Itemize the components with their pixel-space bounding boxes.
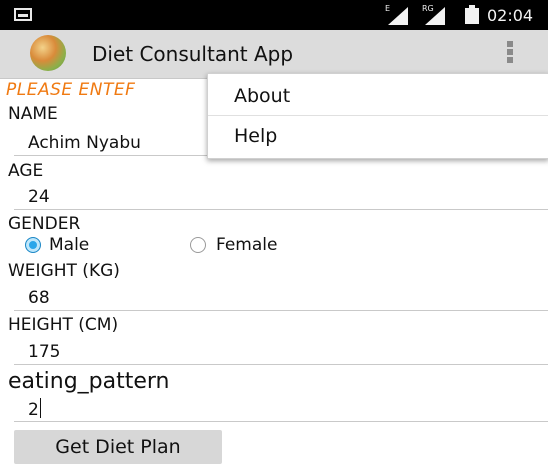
menu-divider <box>208 115 548 116</box>
age-field-underline <box>14 209 548 210</box>
action-bar: Diet Consultant App <box>0 30 548 79</box>
menu-item-about[interactable]: About <box>234 85 290 107</box>
height-label: HEIGHT (CM) <box>8 315 119 335</box>
female-radio[interactable] <box>190 237 206 253</box>
clock: 02:04 <box>487 6 534 25</box>
battery-icon <box>465 5 479 24</box>
female-option-label[interactable]: Female <box>216 235 277 255</box>
overflow-menu-button[interactable] <box>500 40 520 68</box>
app-title: Diet Consultant App <box>92 42 294 66</box>
age-field[interactable]: 24 <box>28 187 50 207</box>
overflow-dot-icon <box>507 49 513 55</box>
gender-label: GENDER <box>8 214 81 234</box>
name-label: NAME <box>8 104 58 124</box>
weight-field-underline <box>14 310 548 311</box>
signal-icon <box>388 7 408 25</box>
overflow-dot-icon <box>507 57 513 63</box>
name-field[interactable]: Achim Nyabu <box>28 133 141 153</box>
male-option-label[interactable]: Male <box>49 235 89 255</box>
eating-pattern-field[interactable]: 2 <box>28 398 42 420</box>
status-bar: E RG 02:04 <box>0 0 548 30</box>
eating-pattern-underline <box>14 421 548 422</box>
male-radio[interactable] <box>25 237 41 253</box>
instruction-text: PLEASE ENTEF <box>6 80 136 100</box>
eating-pattern-label: eating_pattern <box>8 369 170 394</box>
height-field[interactable]: 175 <box>28 342 60 362</box>
get-diet-plan-button[interactable]: Get Diet Plan <box>14 430 222 464</box>
age-label: AGE <box>8 161 44 181</box>
text-cursor <box>39 398 42 418</box>
weight-label: WEIGHT (KG) <box>8 261 120 281</box>
menu-item-help[interactable]: Help <box>234 125 277 147</box>
overflow-dot-icon <box>507 41 513 47</box>
overflow-menu: About Help <box>207 73 548 159</box>
weight-field[interactable]: 68 <box>28 288 50 308</box>
roaming-signal-icon <box>425 7 445 25</box>
eating-pattern-value: 2 <box>28 400 39 420</box>
food-plate-icon <box>30 35 66 71</box>
height-field-underline <box>14 364 548 365</box>
screenshot-icon <box>14 8 32 21</box>
